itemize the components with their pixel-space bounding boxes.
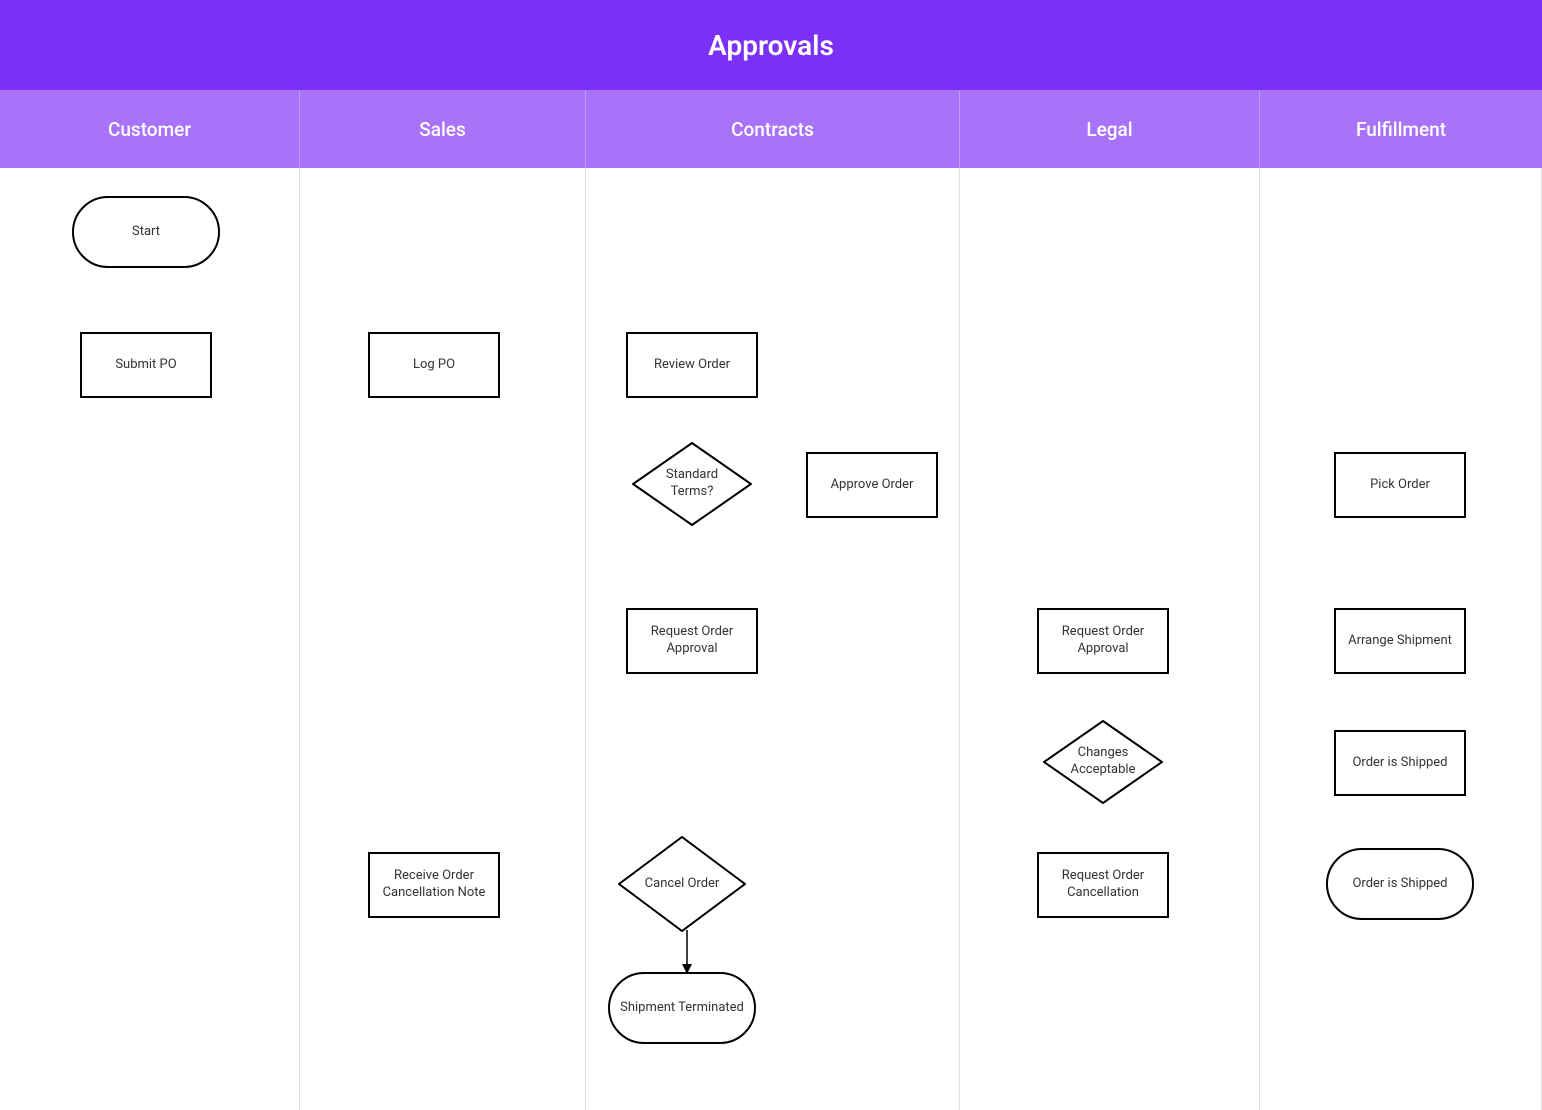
title-text: Approvals xyxy=(708,29,834,62)
node-label: Order is Shipped xyxy=(1352,876,1447,893)
node-label: Review Order xyxy=(654,357,730,374)
node-review-order[interactable]: Review Order xyxy=(626,332,758,398)
lane-header-sales: Sales xyxy=(300,90,586,168)
lane-header-customer: Customer xyxy=(0,90,300,168)
node-label: Standard Terms? xyxy=(652,467,732,501)
node-label: Pick Order xyxy=(1370,477,1430,494)
node-order-is-shipped-end[interactable]: Order is Shipped xyxy=(1326,848,1474,920)
node-start[interactable]: Start xyxy=(72,196,220,268)
node-approve-order[interactable]: Approve Order xyxy=(806,452,938,518)
node-label: Approve Order xyxy=(831,477,914,494)
node-label: Request Order Approval xyxy=(636,624,748,658)
node-order-is-shipped-process[interactable]: Order is Shipped xyxy=(1334,730,1466,796)
node-request-order-approval-legal[interactable]: Request Order Approval xyxy=(1037,608,1169,674)
node-shipment-terminated[interactable]: Shipment Terminated xyxy=(608,972,756,1044)
lane-customer: Start Submit PO xyxy=(0,168,300,1110)
node-request-order-cancellation[interactable]: Request Order Cancellation xyxy=(1037,852,1169,918)
lane-header-fulfillment: Fulfillment xyxy=(1260,90,1542,168)
node-pick-order[interactable]: Pick Order xyxy=(1334,452,1466,518)
lane-legal: Request Order Approval Changes Acceptabl… xyxy=(960,168,1260,1110)
node-standard-terms[interactable]: Standard Terms? xyxy=(632,442,752,526)
node-label: Arrange Shipment xyxy=(1348,633,1452,650)
node-label: Shipment Terminated xyxy=(620,1000,744,1017)
node-label: Changes Acceptable xyxy=(1063,745,1143,779)
node-cancel-order[interactable]: Cancel Order xyxy=(618,836,746,932)
diagram-title: Approvals xyxy=(0,0,1542,90)
node-changes-acceptable[interactable]: Changes Acceptable xyxy=(1043,720,1163,804)
node-request-order-approval-contracts[interactable]: Request Order Approval xyxy=(626,608,758,674)
node-label: Request Order Cancellation xyxy=(1047,868,1159,902)
node-submit-po[interactable]: Submit PO xyxy=(80,332,212,398)
node-label: Order is Shipped xyxy=(1352,755,1447,772)
node-receive-order-cancellation[interactable]: Receive Order Cancellation Note xyxy=(368,852,500,918)
node-label: Log PO xyxy=(413,357,455,374)
node-label: Receive Order Cancellation Note xyxy=(378,868,490,902)
node-arrange-shipment[interactable]: Arrange Shipment xyxy=(1334,608,1466,674)
swimlane-headers: Customer Sales Contracts Legal Fulfillme… xyxy=(0,90,1542,168)
lane-sales: Log PO Receive Order Cancellation Note xyxy=(300,168,586,1110)
node-log-po[interactable]: Log PO xyxy=(368,332,500,398)
node-label: Request Order Approval xyxy=(1047,624,1159,658)
swimlane-body: Start Submit PO Log PO Receive Order Can… xyxy=(0,168,1542,1110)
lane-contracts: Review Order Standard Terms? Approve Ord… xyxy=(586,168,960,1110)
lane-header-contracts: Contracts xyxy=(586,90,960,168)
node-label: Cancel Order xyxy=(645,876,720,893)
node-label: Start xyxy=(132,224,160,241)
lane-fulfillment: Pick Order Arrange Shipment Order is Shi… xyxy=(1260,168,1542,1110)
lane-header-legal: Legal xyxy=(960,90,1260,168)
node-label: Submit PO xyxy=(115,357,176,374)
